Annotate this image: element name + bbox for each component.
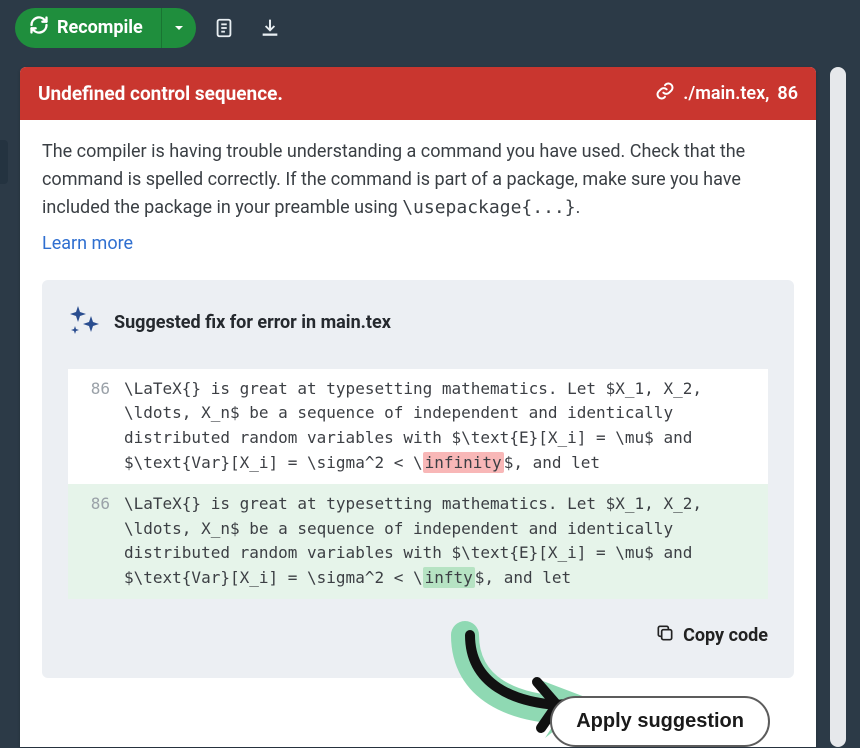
code-before-prefix: \LaTeX{} is great at typesetting mathema… <box>124 379 702 472</box>
code-block-before: 86 \LaTeX{} is great at typesetting math… <box>68 369 768 484</box>
error-header: Undefined control sequence. ./main.tex, … <box>20 67 816 120</box>
download-icon <box>259 17 281 39</box>
download-button[interactable] <box>252 10 288 46</box>
suggestion-heading-row: Suggested fix for error in main.tex <box>68 304 768 341</box>
error-title: Undefined control sequence. <box>38 82 283 105</box>
code-before: \LaTeX{} is great at typesetting mathema… <box>124 377 758 476</box>
caret-down-icon <box>174 23 184 33</box>
logs-button[interactable] <box>206 10 242 46</box>
scrollbar[interactable] <box>830 67 846 747</box>
recompile-button[interactable]: Recompile <box>15 8 196 48</box>
copy-code-label: Copy code <box>683 625 768 646</box>
code-after-suffix: $, and let <box>475 568 571 587</box>
error-message-pre: The compiler is having trouble understan… <box>42 141 745 218</box>
recompile-dropdown[interactable] <box>161 8 196 48</box>
error-panel: Undefined control sequence. ./main.tex, … <box>20 67 816 747</box>
code-block-after: 86 \LaTeX{} is great at typesetting math… <box>68 484 768 599</box>
line-number: 86 <box>78 492 110 591</box>
pane-resize-handle[interactable] <box>0 140 8 184</box>
error-line: 86 <box>777 83 798 104</box>
toolbar: Recompile <box>0 0 860 55</box>
error-message-cmd: \usepackage{...} <box>402 197 575 218</box>
error-location[interactable]: ./main.tex, 86 <box>655 81 798 106</box>
error-message-post: . <box>576 197 581 218</box>
copy-icon <box>655 623 675 648</box>
removed-token: infinity <box>423 452 504 473</box>
apply-suggestion-button[interactable]: Apply suggestion <box>550 696 770 747</box>
error-file: ./main.tex, <box>683 83 769 104</box>
suggestion-heading: Suggested fix for error in main.tex <box>114 312 391 333</box>
code-after: \LaTeX{} is great at typesetting mathema… <box>124 492 758 591</box>
recompile-label: Recompile <box>57 17 143 38</box>
sparkle-icon <box>68 304 100 341</box>
link-icon <box>655 81 675 106</box>
code-before-suffix: $, and let <box>504 453 600 472</box>
copy-code-button[interactable]: Copy code <box>68 623 768 648</box>
file-text-icon <box>213 17 235 39</box>
code-after-prefix: \LaTeX{} is great at typesetting mathema… <box>124 494 702 587</box>
learn-more-link[interactable]: Learn more <box>42 230 133 258</box>
error-body: The compiler is having trouble understan… <box>20 120 816 258</box>
refresh-icon <box>29 15 49 40</box>
apply-row: Apply suggestion <box>20 678 816 747</box>
line-number: 86 <box>78 377 110 476</box>
suggestion-box: Suggested fix for error in main.tex 86 \… <box>42 280 794 678</box>
recompile-main[interactable]: Recompile <box>15 8 161 48</box>
added-token: infty <box>423 567 475 588</box>
